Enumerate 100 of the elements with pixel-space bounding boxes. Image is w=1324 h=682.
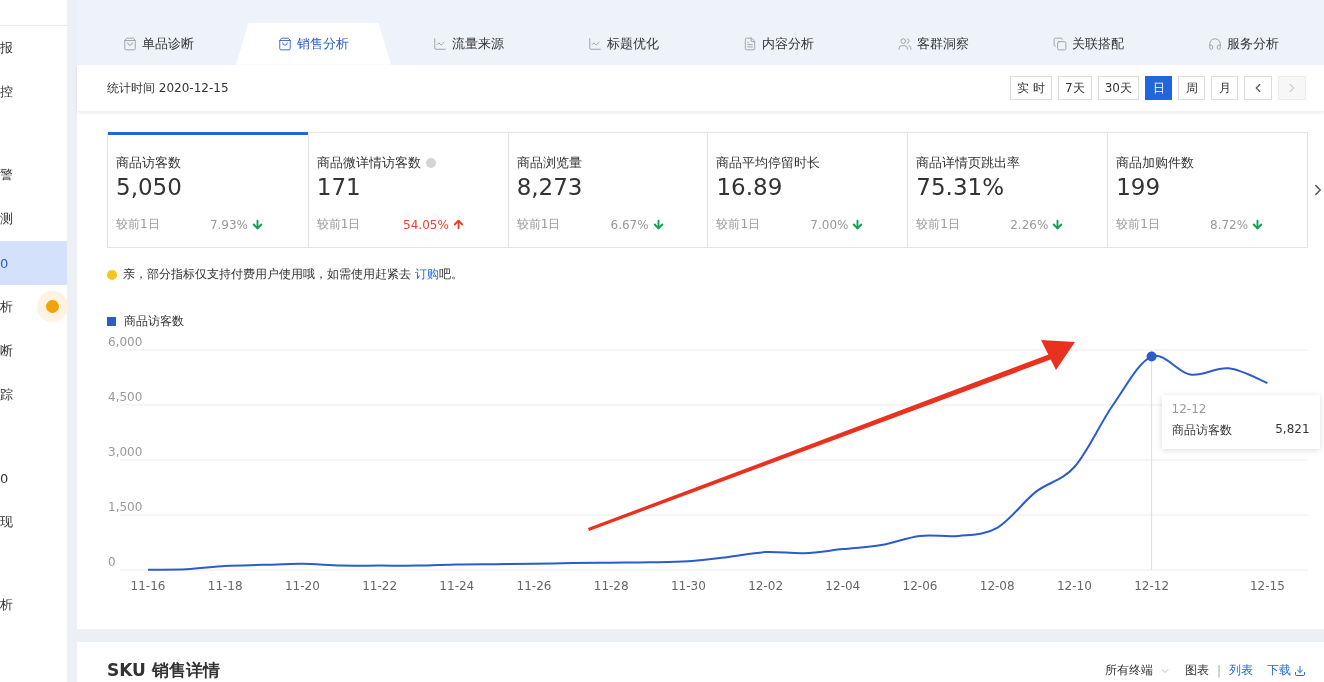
sidebar-item[interactable]: 控 — [0, 70, 67, 114]
x-axis-label: 12-06 — [902, 579, 938, 594]
view-toggle[interactable]: 图表 — [1184, 662, 1209, 679]
metric-value: 75.31% — [916, 174, 1005, 203]
change-value: 7.93% — [209, 218, 248, 232]
separator: | — [1216, 663, 1221, 678]
metric-title: 商品浏览量 — [516, 154, 582, 173]
x-axis-label: 12-12 — [1134, 579, 1170, 594]
change-value: 2.26% — [1010, 218, 1049, 232]
sidebar-item[interactable]: 0 — [0, 241, 67, 285]
metric-card[interactable]: 商品访客数 5,050 较前1日 7.93% — [108, 132, 308, 248]
copy-icon — [1053, 36, 1067, 51]
download-icon — [1294, 664, 1306, 677]
period-button[interactable]: 7天 — [1058, 76, 1092, 101]
tab[interactable]: 标题优化 — [546, 22, 701, 65]
tab[interactable]: 销售分析 — [236, 22, 391, 65]
bag-icon — [123, 36, 137, 51]
users-icon — [898, 36, 912, 51]
metric-title: 商品详情页跳出率 — [916, 154, 1021, 173]
line-chart-icon — [433, 36, 447, 51]
section-title: SKU 销售详情 — [107, 659, 220, 682]
change-value: 8.72% — [1210, 218, 1249, 232]
metric-title: 商品平均停留时长 — [716, 154, 821, 173]
metric-value: 16.89 — [716, 174, 784, 203]
sidebar-item[interactable]: 踪 — [0, 373, 67, 417]
tab[interactable]: 内容分析 — [701, 22, 856, 65]
x-axis-label: 12-02 — [748, 579, 784, 594]
compare-label: 较前1日 — [116, 216, 160, 234]
sidebar-item[interactable]: 报 — [0, 26, 67, 70]
period-button[interactable]: 30天 — [1097, 76, 1139, 101]
metric-value: 171 — [316, 174, 362, 203]
y-axis-label: 3,000 — [108, 445, 143, 460]
compare-label: 较前1日 — [916, 216, 960, 234]
stat-time: 统计时间 2020-12-15 — [107, 79, 229, 97]
metric-title: 商品微详情访客数 — [316, 154, 421, 173]
sidebar-item[interactable]: 现 — [0, 500, 67, 544]
subscribe-link[interactable]: 订购 — [414, 267, 439, 282]
tooltip-label: 商品访客数 — [1171, 422, 1232, 440]
sidebar-item[interactable]: 警 — [0, 153, 67, 197]
tooltip-value: 5,821 — [1275, 422, 1310, 439]
metric-card[interactable]: 商品加购件数 199 较前1日 8.72% — [1107, 132, 1307, 248]
change-value: 7.00% — [810, 218, 849, 232]
data-point — [1146, 352, 1157, 363]
y-axis-label: 1,500 — [108, 500, 143, 515]
document-icon — [743, 36, 757, 51]
notice-text: 亲，部分指标仅支持付费用户使用哦，如需使用赶紧去 订购吧。 — [123, 266, 463, 284]
x-axis-label: 12-04 — [825, 579, 861, 594]
period-button[interactable]: 实 时 — [1010, 76, 1053, 101]
tooltip-date: 12-12 — [1171, 402, 1208, 417]
sidebar-item[interactable]: 测 — [0, 197, 67, 241]
tab[interactable]: 单品诊断 — [81, 22, 236, 65]
x-axis-label: 11-28 — [593, 579, 629, 594]
previous-button[interactable] — [1244, 76, 1272, 101]
period-button[interactable]: 月 — [1211, 76, 1238, 101]
change-value: 6.67% — [610, 218, 649, 232]
y-axis-label: 4,500 — [108, 390, 143, 405]
view-toggle[interactable]: 列表 — [1229, 662, 1253, 679]
notice-icon — [107, 270, 117, 280]
tab[interactable]: 关联搭配 — [1011, 22, 1166, 65]
x-axis-label: 11-22 — [362, 579, 398, 594]
legend-label: 商品访客数 — [124, 313, 184, 331]
tab[interactable]: 服务分析 — [1166, 22, 1321, 65]
x-axis-label: 12-10 — [1056, 579, 1092, 594]
tab[interactable]: 流量来源 — [391, 22, 546, 65]
sidebar-item[interactable]: 0 — [0, 456, 67, 500]
compare-label: 较前1日 — [316, 216, 361, 234]
headset-icon — [1208, 36, 1222, 51]
compare-label: 较前1日 — [1116, 216, 1160, 234]
compare-label: 较前1日 — [516, 216, 561, 234]
legend-swatch — [107, 317, 116, 327]
metric-card[interactable]: 商品微详情访客数 171 较前1日 54.05% — [307, 132, 508, 248]
line-chart-icon — [588, 36, 602, 51]
bag-icon — [278, 36, 292, 51]
download-link[interactable]: 下载 — [1267, 662, 1306, 679]
metric-value: 199 — [1116, 174, 1162, 203]
metric-title: 商品加购件数 — [1116, 154, 1195, 173]
sidebar-item[interactable]: 断 — [0, 329, 67, 373]
y-axis-label: 6,000 — [108, 335, 143, 350]
y-axis-label: 0 — [108, 555, 116, 570]
x-axis-label: 11-20 — [284, 579, 320, 594]
metric-value: 8,273 — [516, 174, 584, 203]
x-axis-label: 11-30 — [670, 579, 706, 594]
period-button[interactable]: 日 — [1145, 76, 1172, 101]
x-axis-label: 11-24 — [439, 579, 475, 594]
sidebar-item[interactable]: 析 — [0, 285, 67, 329]
x-axis-label: 12-15 — [1249, 579, 1285, 594]
metric-card[interactable]: 商品浏览量 8,273 较前1日 6.67% — [507, 132, 708, 248]
metric-title: 商品访客数 — [116, 154, 181, 173]
x-axis-label: 12-08 — [979, 579, 1015, 594]
x-axis-label: 11-18 — [207, 579, 243, 594]
tab[interactable]: 客群洞察 — [856, 22, 1011, 65]
sidebar-item[interactable]: 析 — [0, 583, 67, 627]
terminal-dropdown[interactable]: 所有终端 — [1104, 662, 1171, 679]
x-axis-label: 11-26 — [516, 579, 552, 594]
x-axis-label: 11-16 — [130, 579, 166, 594]
metric-card[interactable]: 商品详情页跳出率 75.31% 较前1日 2.26% — [907, 132, 1108, 248]
metric-card[interactable]: 商品平均停留时长 16.89 较前1日 7.00% — [707, 132, 908, 248]
period-button[interactable]: 周 — [1178, 76, 1205, 101]
change-value: 54.05% — [403, 218, 449, 232]
metric-value: 5,050 — [116, 174, 183, 203]
